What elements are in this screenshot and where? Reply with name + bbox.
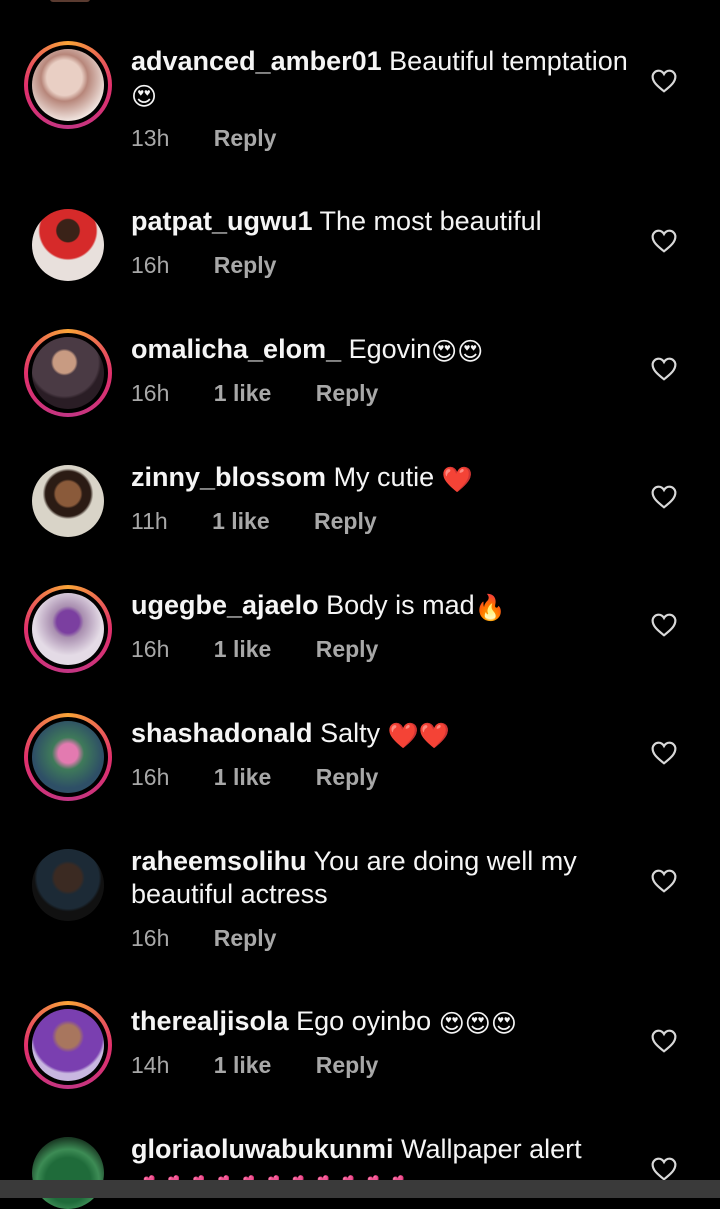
comment-emoji: 🔥: [474, 594, 506, 622]
comment-time: 11h: [131, 508, 168, 534]
comment-text: Salty: [320, 718, 381, 748]
heart-outline-icon[interactable]: [651, 741, 677, 765]
comment-username[interactable]: advanced_amber01: [131, 46, 382, 76]
avatar[interactable]: [32, 465, 104, 537]
comment-meta: 16h 1 like Reply: [131, 634, 416, 664]
comment-username[interactable]: shashadonald: [131, 718, 313, 748]
comment-meta: 11h 1 like Reply: [131, 506, 415, 536]
reply-button[interactable]: Reply: [214, 925, 277, 951]
comment-text: Beautiful temptation: [389, 46, 628, 76]
comment-text: Wallpaper alert: [401, 1134, 582, 1164]
comment-text: My cutie: [333, 462, 435, 492]
heart-outline-icon[interactable]: [651, 229, 677, 253]
comment-username[interactable]: raheemsolihu: [131, 846, 307, 876]
comment-emoji: 😍: [131, 83, 158, 111]
comment-emoji: ❤️: [441, 466, 473, 494]
reply-button[interactable]: Reply: [214, 125, 277, 151]
reply-button[interactable]: Reply: [314, 508, 377, 534]
comment-time: 13h: [131, 125, 170, 151]
avatar[interactable]: [32, 1137, 104, 1209]
comment-username[interactable]: zinny_blossom: [131, 462, 326, 492]
heart-outline-icon[interactable]: [651, 1157, 677, 1181]
heart-outline-icon[interactable]: [651, 485, 677, 509]
comment-text: Ego oyinbo: [296, 1006, 432, 1036]
likes-count[interactable]: 1 like: [214, 1052, 272, 1078]
avatar[interactable]: [32, 209, 104, 281]
likes-count[interactable]: 1 like: [214, 636, 272, 662]
heart-outline-icon[interactable]: [651, 357, 677, 381]
heart-outline-icon[interactable]: [651, 869, 677, 893]
previous-avatar-edge: [50, 0, 90, 2]
comment-meta: 13h Reply: [131, 123, 314, 153]
reply-button[interactable]: Reply: [316, 636, 379, 662]
reply-button[interactable]: Reply: [214, 252, 277, 278]
likes-count[interactable]: 1 like: [212, 508, 270, 534]
avatar[interactable]: [24, 585, 112, 673]
avatar[interactable]: [24, 1001, 112, 1089]
avatar[interactable]: [24, 41, 112, 129]
comment-meta: 16h 1 like Reply: [131, 378, 416, 408]
heart-outline-icon[interactable]: [651, 69, 677, 93]
comment-emoji: 😍😍: [431, 338, 484, 366]
comment-time: 16h: [131, 764, 170, 790]
comment-time: 14h: [131, 1052, 170, 1078]
comment-text: Body is mad: [326, 590, 475, 620]
avatar[interactable]: [24, 329, 112, 417]
heart-outline-icon[interactable]: [651, 613, 677, 637]
comment-text: The most beautiful: [319, 206, 542, 236]
comment-emoji: 😍😍😍: [438, 1010, 517, 1038]
comment-time: 16h: [131, 636, 170, 662]
comment-meta: 16h Reply: [131, 923, 314, 953]
comment-meta: 14h 1 like Reply: [131, 1050, 416, 1080]
comment-meta: 16h Reply: [131, 250, 314, 280]
likes-count[interactable]: 1 like: [214, 764, 272, 790]
avatar[interactable]: [24, 713, 112, 801]
comment-username[interactable]: gloriaoluwabukunmi: [131, 1134, 394, 1164]
reply-button[interactable]: Reply: [316, 764, 379, 790]
comment-username[interactable]: patpat_ugwu1: [131, 206, 313, 236]
comment-username[interactable]: omalicha_elom_: [131, 334, 341, 364]
comment-time: 16h: [131, 380, 170, 406]
comment-time: 16h: [131, 925, 170, 951]
heart-outline-icon[interactable]: [651, 1029, 677, 1053]
comment-username[interactable]: therealjisola: [131, 1006, 289, 1036]
reply-button[interactable]: Reply: [316, 380, 379, 406]
comment-emoji: ❤️❤️: [387, 722, 450, 750]
comment-username[interactable]: ugegbe_ajaelo: [131, 590, 319, 620]
reply-button[interactable]: Reply: [316, 1052, 379, 1078]
comment-time: 16h: [131, 252, 170, 278]
navigation-bar: [0, 1180, 720, 1198]
avatar[interactable]: [32, 849, 104, 921]
comment-meta: 16h 1 like Reply: [131, 762, 416, 792]
comment-text: Egovin: [348, 334, 432, 364]
likes-count[interactable]: 1 like: [214, 380, 272, 406]
